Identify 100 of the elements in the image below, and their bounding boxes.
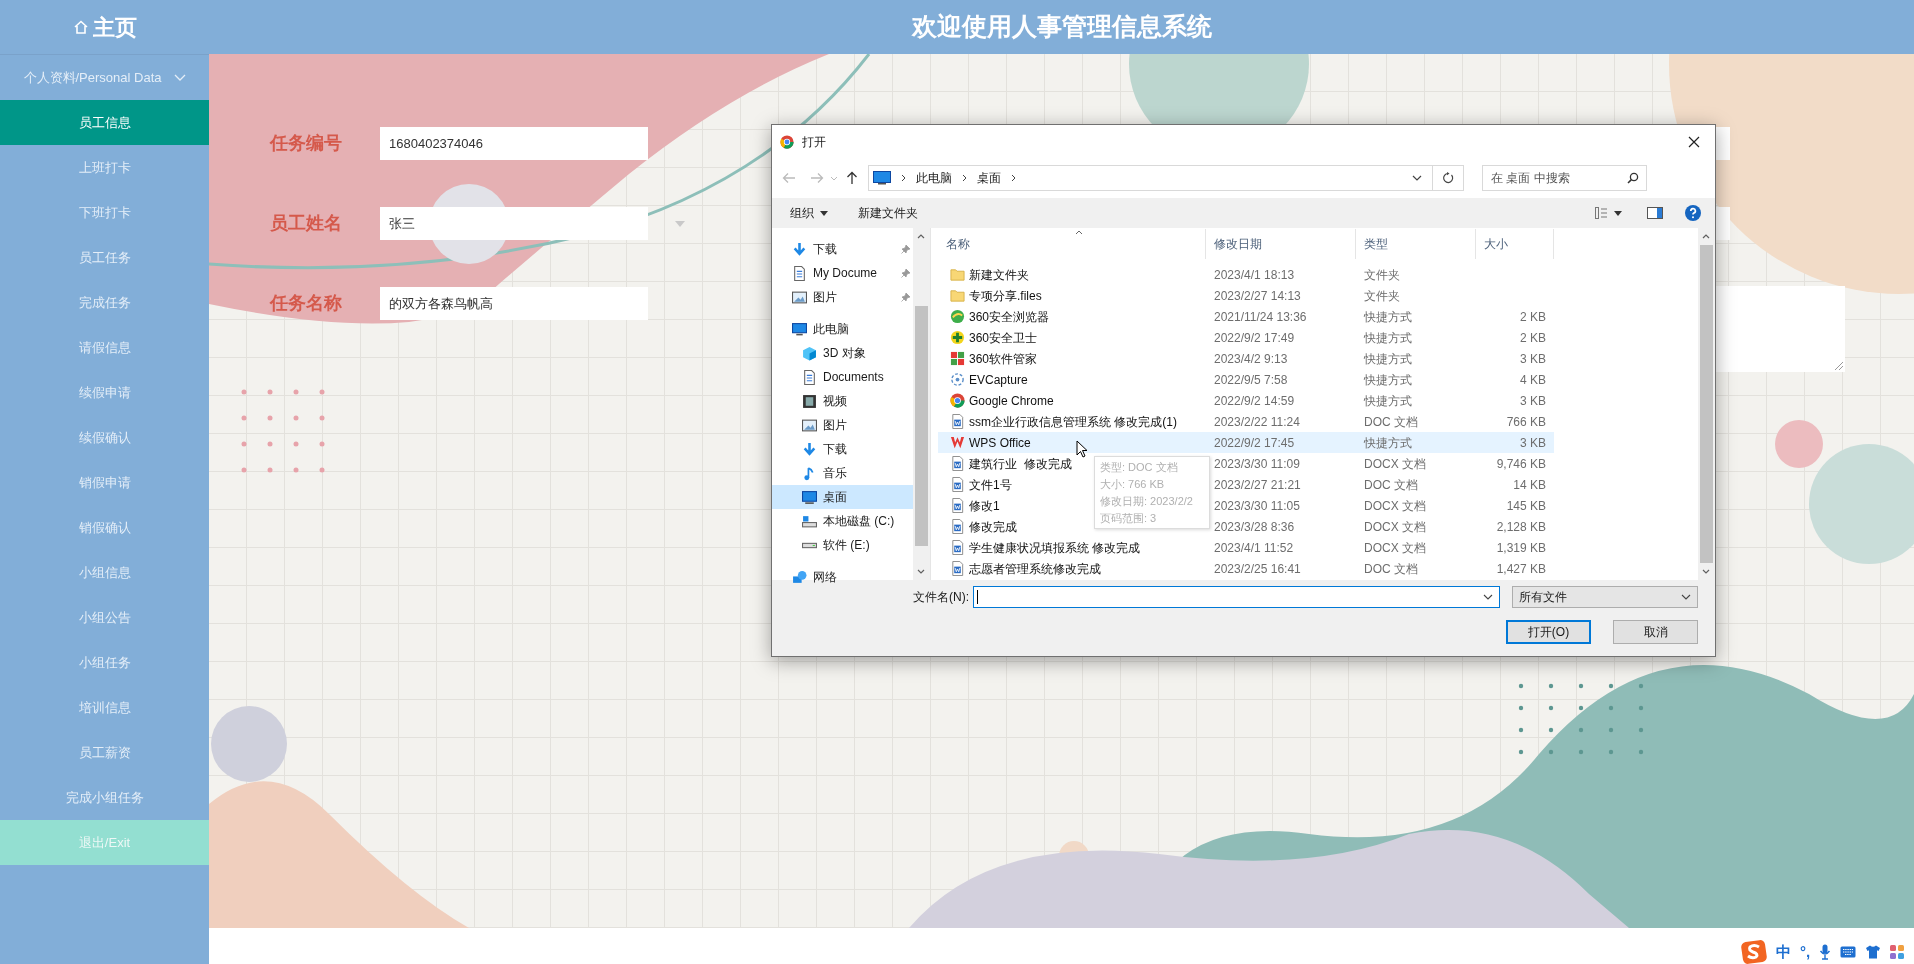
file-name: 新建文件夹 bbox=[969, 266, 1029, 284]
file-type: 快捷方式 bbox=[1363, 434, 1413, 452]
text-field[interactable]: 张三 bbox=[380, 207, 648, 240]
file-name: 文件1号 bbox=[969, 476, 1012, 494]
nav-item[interactable]: 此电脑 bbox=[772, 317, 913, 341]
nav-item[interactable]: 图片 bbox=[772, 413, 913, 437]
close-icon[interactable] bbox=[1688, 135, 1700, 148]
up-arrow-icon[interactable] bbox=[846, 171, 858, 185]
toolbar-button[interactable]: 新建文件夹 bbox=[858, 204, 918, 222]
file-type: DOCX 文档 bbox=[1363, 497, 1427, 515]
view-options-icon[interactable] bbox=[1595, 207, 1623, 219]
file-name: 360软件管家 bbox=[969, 350, 1038, 368]
plus-circle-icon bbox=[950, 330, 965, 345]
file-name: ssm企业行政信息管理系统 修改完成(1) bbox=[969, 413, 1177, 431]
breadcrumb-item[interactable]: 桌面 bbox=[977, 169, 1001, 187]
text-field[interactable]: 1680402374046 bbox=[380, 127, 648, 160]
scroll-down-icon[interactable] bbox=[917, 569, 925, 574]
file-type: 快捷方式 bbox=[1363, 308, 1413, 326]
file-type: 快捷方式 bbox=[1363, 392, 1413, 410]
file-date: 2022/9/2 17:45 bbox=[1213, 434, 1296, 452]
file-date: 2023/4/1 18:13 bbox=[1213, 266, 1296, 284]
breadcrumb-item[interactable]: 此电脑 bbox=[916, 169, 952, 187]
toolbar-button[interactable]: 组织 bbox=[790, 204, 828, 222]
column-header[interactable]: 大小 bbox=[1476, 228, 1554, 259]
nav-item[interactable]: My Docume bbox=[772, 261, 913, 285]
scroll-up-icon[interactable] bbox=[1702, 234, 1710, 239]
input-method-logo-icon[interactable] bbox=[1741, 940, 1767, 964]
scroll-up-icon[interactable] bbox=[917, 234, 925, 239]
file-date: 2023/3/30 11:05 bbox=[1213, 497, 1301, 515]
punctuation-toggle[interactable]: °, bbox=[1800, 940, 1811, 964]
nav-item[interactable]: 本地磁盘 (C:) bbox=[772, 509, 913, 533]
input-mode-toggle[interactable]: 中 bbox=[1776, 940, 1791, 964]
drive-icon bbox=[802, 513, 817, 529]
column-header[interactable]: 修改日期 bbox=[1206, 228, 1356, 259]
file-type-dropdown[interactable]: 所有文件 bbox=[1512, 586, 1698, 608]
file-size: 145 KB bbox=[1506, 498, 1546, 513]
file-name: 360安全卫士 bbox=[969, 329, 1038, 347]
folder-icon bbox=[950, 288, 965, 303]
scrollbar-thumb[interactable] bbox=[1700, 245, 1713, 563]
address-bar[interactable]: 此电脑 桌面 bbox=[868, 165, 1433, 191]
file-size: 9,746 KB bbox=[1496, 456, 1546, 471]
file-type: 快捷方式 bbox=[1363, 371, 1413, 389]
file-size: 2,128 KB bbox=[1496, 519, 1546, 534]
file-row[interactable]: WPS Office 2022/9/2 17:45 快捷方式 3 KB bbox=[938, 432, 1554, 453]
help-icon[interactable] bbox=[1685, 205, 1701, 221]
nav-item[interactable]: 图片 bbox=[772, 285, 913, 309]
file-type: 快捷方式 bbox=[1363, 329, 1413, 347]
preview-pane-icon[interactable] bbox=[1647, 207, 1663, 219]
scrollbar-thumb[interactable] bbox=[915, 306, 928, 546]
nav-item[interactable]: 下载 bbox=[772, 437, 913, 461]
sidebar-item[interactable]: 员工信息 bbox=[0, 100, 209, 145]
file-name: 360安全浏览器 bbox=[969, 308, 1050, 326]
file-date: 2023/2/25 16:41 bbox=[1213, 560, 1302, 578]
word-document-icon bbox=[950, 477, 965, 492]
nav-item[interactable]: 音乐 bbox=[772, 461, 913, 485]
nav-item[interactable]: 视频 bbox=[772, 389, 913, 413]
file-size: 4 KB bbox=[1520, 372, 1546, 387]
file-size: 3 KB bbox=[1520, 393, 1546, 408]
column-header[interactable]: 名称 bbox=[938, 228, 1206, 259]
microphone-icon[interactable] bbox=[1819, 944, 1832, 960]
resize-grip-icon[interactable] bbox=[1835, 362, 1843, 370]
file-type: DOCX 文档 bbox=[1363, 539, 1427, 557]
toolbox-icon[interactable] bbox=[1890, 945, 1905, 959]
scroll-down-icon[interactable] bbox=[1702, 569, 1710, 574]
word-document-icon bbox=[950, 498, 965, 513]
tooltip-text: 页码范围: 3 bbox=[1100, 511, 1158, 526]
cube-icon bbox=[802, 345, 817, 361]
nav-item[interactable]: 桌面 bbox=[772, 485, 913, 509]
nav-item[interactable]: 3D 对象 bbox=[772, 341, 913, 365]
file-size: 14 KB bbox=[1513, 477, 1546, 492]
column-header[interactable]: 类型 bbox=[1356, 228, 1476, 259]
folder-icon bbox=[950, 267, 965, 282]
drive-icon bbox=[802, 541, 817, 549]
shirt-icon[interactable] bbox=[1865, 945, 1882, 959]
browser-logo-icon bbox=[780, 134, 794, 149]
refresh-button[interactable] bbox=[1432, 165, 1464, 191]
file-name: Google Chrome bbox=[969, 392, 1054, 410]
file-date: 2022/9/2 17:49 bbox=[1213, 329, 1296, 347]
file-size: 2 KB bbox=[1520, 309, 1546, 324]
search-icon bbox=[1627, 172, 1639, 184]
dialog-title: 打开 bbox=[802, 133, 826, 151]
network-icon bbox=[792, 569, 807, 585]
cancel-button[interactable]: 取消 bbox=[1613, 620, 1698, 644]
nav-item[interactable]: 网络 bbox=[772, 565, 913, 589]
nav-item[interactable]: Documents bbox=[772, 365, 913, 389]
search-field[interactable]: 在 桌面 中搜索 bbox=[1482, 165, 1647, 191]
file-type: DOCX 文档 bbox=[1363, 455, 1427, 473]
keyboard-icon[interactable] bbox=[1840, 946, 1857, 958]
open-button[interactable]: 打开(O) bbox=[1506, 620, 1591, 644]
file-name: EVCapture bbox=[969, 371, 1028, 389]
filename-field[interactable] bbox=[973, 586, 1500, 608]
file-date: 2023/2/27 21:21 bbox=[1213, 476, 1302, 494]
picture-icon bbox=[802, 417, 817, 433]
chevron-down-icon[interactable] bbox=[1412, 175, 1422, 181]
nav-item[interactable]: 下载 bbox=[772, 237, 913, 261]
file-type: 文件夹 bbox=[1363, 287, 1401, 305]
text-field[interactable]: 的双方各森鸟帆高 bbox=[380, 287, 648, 320]
file-type: DOC 文档 bbox=[1363, 413, 1419, 431]
nav-item[interactable]: 软件 (E:) bbox=[772, 533, 913, 557]
tooltip-text: 类型: DOC 文档 bbox=[1100, 460, 1179, 475]
